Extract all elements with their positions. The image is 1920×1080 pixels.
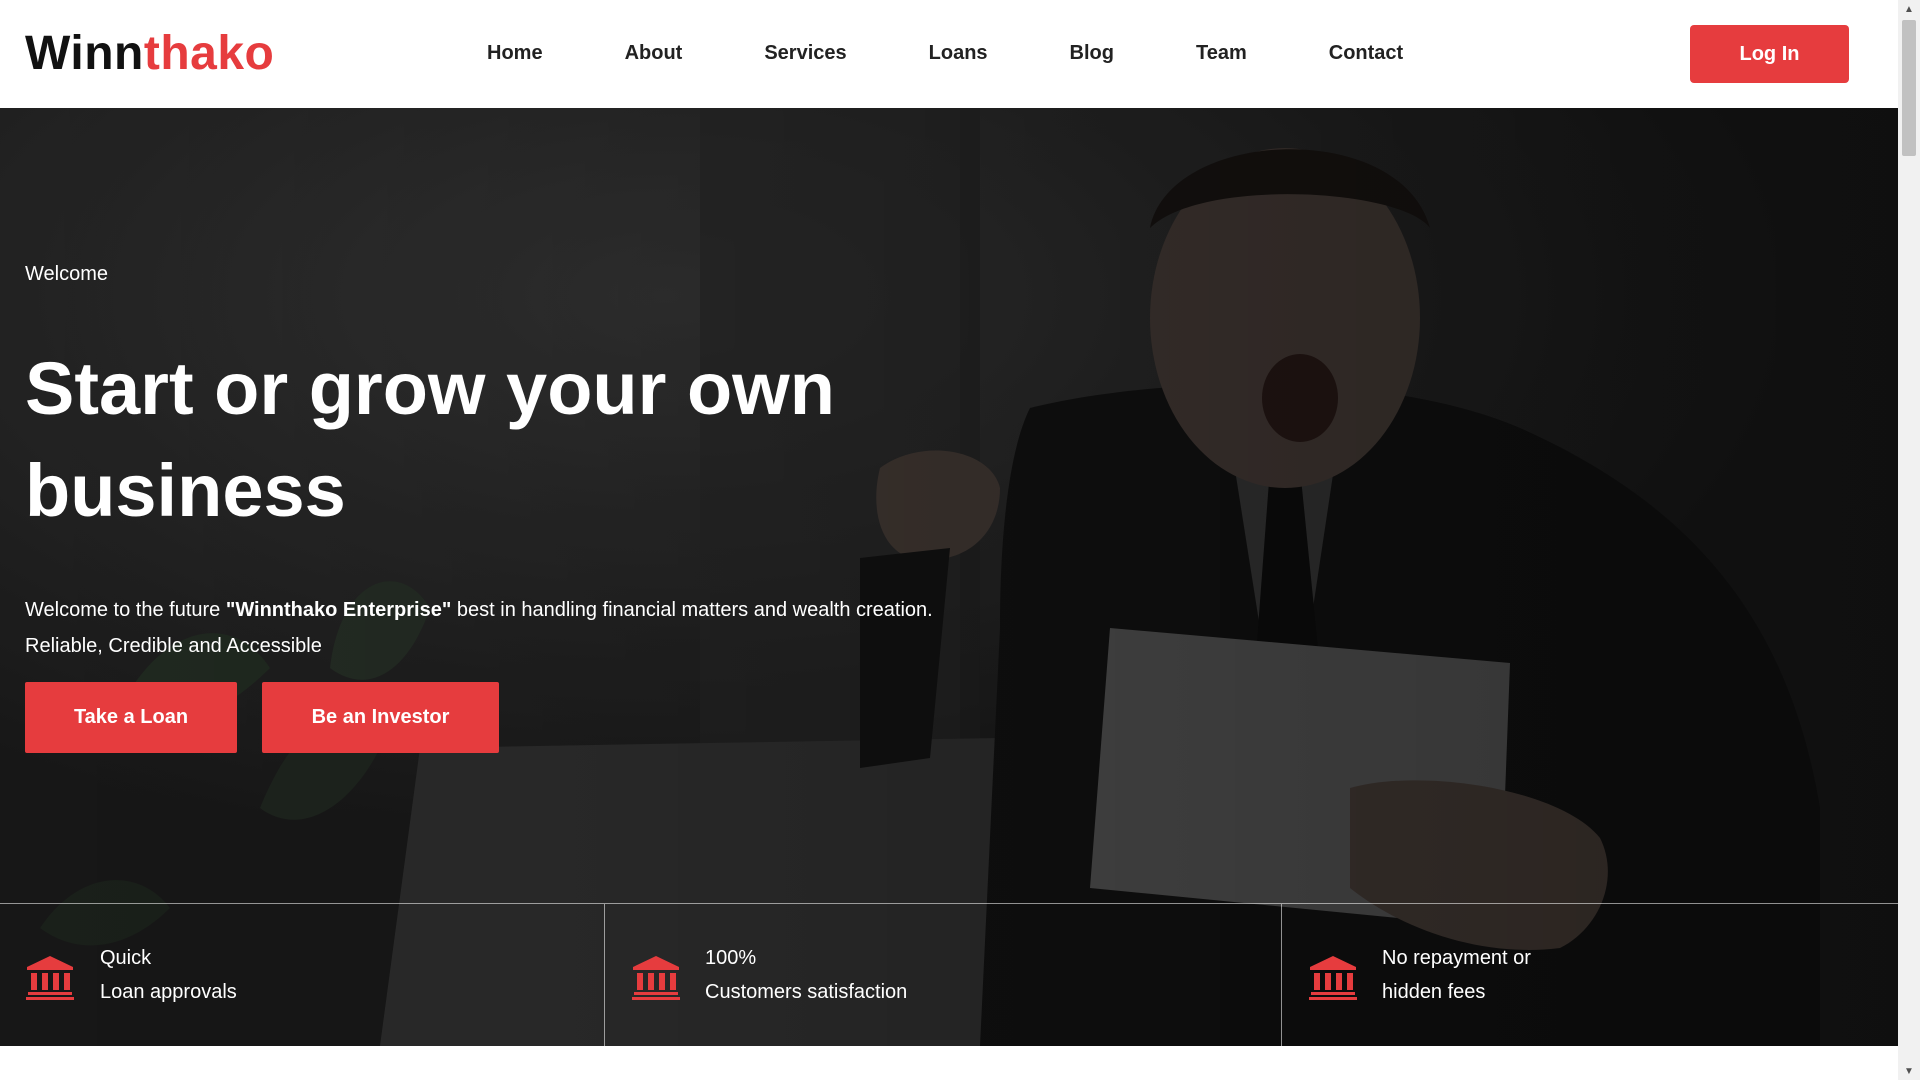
feature-text: Quick Loan approvals	[100, 941, 237, 1009]
feature-line-1: 100%	[705, 947, 757, 969]
nav-blog[interactable]: Blog	[1029, 38, 1155, 68]
nav-contact[interactable]: Contact	[1288, 38, 1444, 68]
feature-satisfaction: 100% Customers satisfaction	[605, 904, 1282, 1046]
feature-line-1: No repayment or	[1382, 947, 1531, 969]
be-investor-button[interactable]: Be an Investor	[262, 682, 499, 753]
feature-line-2: Customers satisfaction	[705, 981, 908, 1003]
logo[interactable]: Winnthako	[25, 28, 274, 80]
hero-desc-brand: "Winnthako Enterprise"	[225, 599, 452, 621]
bank-icon	[632, 956, 680, 1000]
hero-desc-prefix: Welcome to the future	[25, 599, 226, 621]
feature-text: No repayment or hidden fees	[1382, 941, 1531, 1009]
scroll-up-arrow-icon[interactable]: ▲	[1898, 0, 1920, 18]
page-below-hero	[0, 1046, 1898, 1080]
features-bar: Quick Loan approvals 100% Customers sati…	[0, 903, 1898, 1046]
hero-title: Start or grow your own business	[25, 347, 835, 532]
nav-about[interactable]: About	[584, 38, 724, 68]
login-button[interactable]: Log In	[1690, 25, 1849, 83]
feature-line-2: Loan approvals	[100, 981, 237, 1003]
feature-quick-approvals: Quick Loan approvals	[0, 904, 605, 1046]
site-header: Winnthako Home About Services Loans Blog…	[0, 0, 1898, 108]
hero-section: Welcome Start or grow your own business …	[0, 108, 1898, 1046]
scroll-down-arrow-icon[interactable]: ▼	[1898, 1062, 1920, 1080]
nav-loans[interactable]: Loans	[888, 38, 1029, 68]
feature-text: 100% Customers satisfaction	[705, 941, 907, 1009]
scrollbar-thumb[interactable]	[1902, 20, 1916, 156]
logo-part-2: thako	[143, 27, 275, 80]
nav-team[interactable]: Team	[1155, 38, 1288, 68]
hero-description: Welcome to the future "Winnthako Enterpr…	[25, 592, 1025, 664]
bank-icon	[26, 956, 74, 1000]
nav-services[interactable]: Services	[723, 38, 887, 68]
take-loan-button[interactable]: Take a Loan	[25, 682, 237, 753]
hero-buttons: Take a Loan Be an Investor	[25, 682, 499, 753]
logo-part-1: Winn	[25, 27, 144, 80]
hero-desc-line2: Reliable, Credible and Accessible	[25, 635, 322, 657]
feature-line-1: Quick	[100, 947, 152, 969]
nav-home[interactable]: Home	[487, 38, 584, 68]
feature-line-2: hidden fees	[1382, 981, 1486, 1003]
vertical-scrollbar[interactable]: ▲ ▼	[1898, 0, 1920, 1080]
bank-icon	[1309, 956, 1357, 1000]
hero-kicker: Welcome	[25, 263, 108, 285]
hero-desc-suffix: best in handling financial matters and w…	[451, 599, 933, 621]
feature-no-hidden-fees: No repayment or hidden fees	[1282, 904, 1898, 1046]
main-nav: Home About Services Loans Blog Team Cont…	[487, 38, 1444, 68]
